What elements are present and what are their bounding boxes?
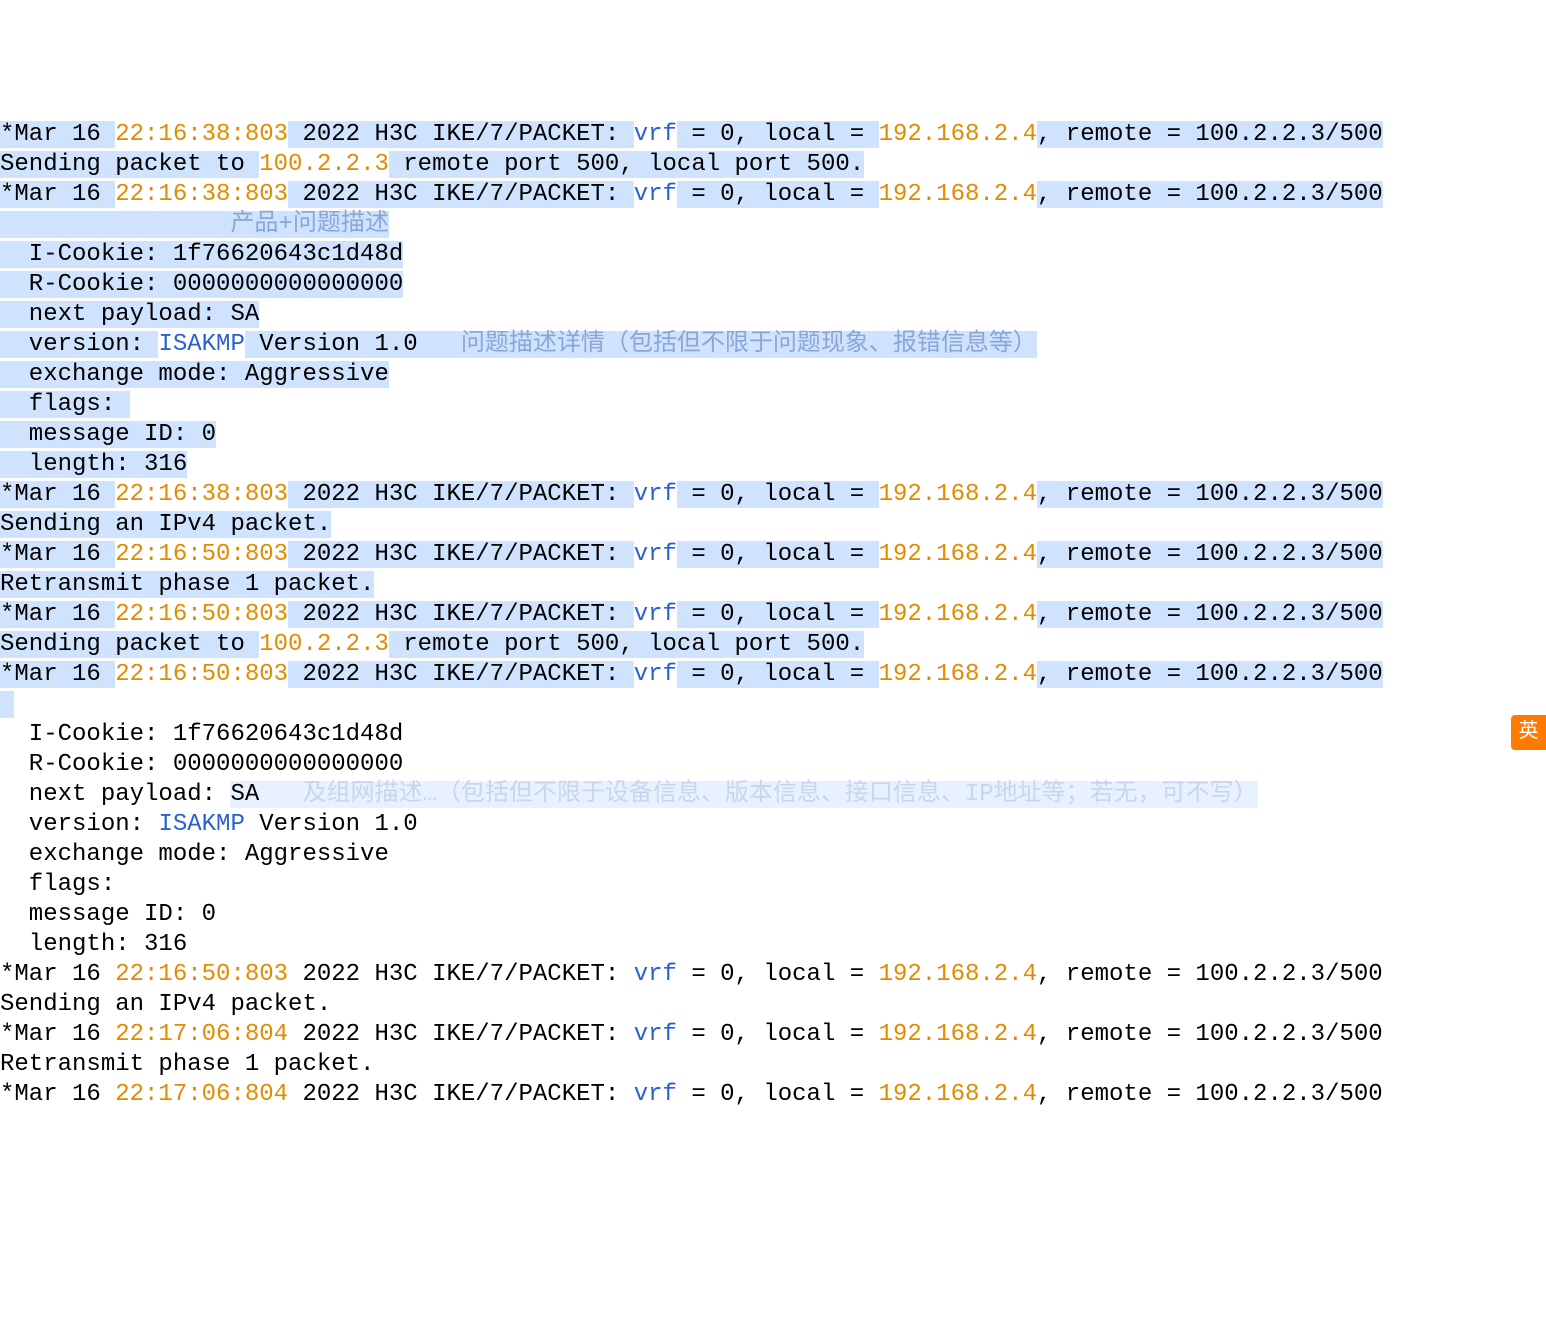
log-line: R-Cookie: 0000000000000000 bbox=[0, 270, 1546, 300]
vrf-keyword: vrf bbox=[634, 481, 677, 508]
log-line: *Mar 16 22:16:50:803 2022 H3C IKE/7/PACK… bbox=[0, 540, 1546, 570]
log-line: exchange mode: Aggressive bbox=[0, 840, 1546, 870]
local-ip: 192.168.2.4 bbox=[879, 481, 1037, 508]
vrf-keyword: vrf bbox=[634, 181, 677, 208]
log-line: *Mar 16 22:17:06:804 2022 H3C IKE/7/PACK… bbox=[0, 1080, 1546, 1110]
local-ip: 192.168.2.4 bbox=[879, 181, 1037, 208]
local-ip: 192.168.2.4 bbox=[879, 661, 1037, 688]
local-ip: 192.168.2.4 bbox=[879, 1021, 1037, 1048]
log-line: message ID: 0 bbox=[0, 900, 1546, 930]
log-line: Sending an IPv4 packet. bbox=[0, 990, 1546, 1020]
timestamp: 22:16:50:803 bbox=[115, 541, 288, 568]
timestamp: 22:16:38:803 bbox=[115, 481, 288, 508]
isakmp-keyword: ISAKMP bbox=[158, 331, 244, 358]
remote-ip: 100.2.2.3 bbox=[259, 631, 389, 658]
vrf-keyword: vrf bbox=[634, 961, 677, 988]
ghost-title-hint: 产品+问题描述 bbox=[230, 211, 388, 238]
log-line: length: 316 bbox=[0, 450, 1546, 480]
vrf-keyword: vrf bbox=[634, 1081, 677, 1108]
isakmp-keyword: ISAKMP bbox=[158, 811, 244, 838]
log-line: Sending packet to 100.2.2.3 remote port … bbox=[0, 630, 1546, 660]
log-line: message ID: 0 bbox=[0, 420, 1546, 450]
timestamp: 22:17:06:804 bbox=[115, 1081, 288, 1108]
log-line: Sending packet to 100.2.2.3 remote port … bbox=[0, 150, 1546, 180]
log-line: next payload: SA 及组网描述…（包括但不限于设备信息、版本信息、… bbox=[0, 780, 1546, 810]
log-line bbox=[0, 690, 1546, 720]
sa-selected: SA bbox=[230, 781, 259, 808]
log-line: version: ISAKMP Version 1.0 bbox=[0, 810, 1546, 840]
vrf-keyword: vrf bbox=[634, 1021, 677, 1048]
terminal-log: *Mar 16 22:16:38:803 2022 H3C IKE/7/PACK… bbox=[0, 120, 1546, 1110]
local-ip: 192.168.2.4 bbox=[879, 601, 1037, 628]
log-line: *Mar 16 22:16:38:803 2022 H3C IKE/7/PACK… bbox=[0, 120, 1546, 150]
log-line: exchange mode: Aggressive bbox=[0, 360, 1546, 390]
timestamp: 22:17:06:804 bbox=[115, 1021, 288, 1048]
log-line: *Mar 16 22:16:38:803 2022 H3C IKE/7/PACK… bbox=[0, 180, 1546, 210]
vrf-keyword: vrf bbox=[634, 541, 677, 568]
log-line: Retransmit phase 1 packet. bbox=[0, 1050, 1546, 1080]
timestamp: 22:16:50:803 bbox=[115, 661, 288, 688]
local-ip: 192.168.2.4 bbox=[879, 121, 1037, 148]
ghost-body-hint: 问题描述详情（包括但不限于问题现象、报错信息等） bbox=[418, 331, 1037, 358]
log-line: *Mar 16 22:16:50:803 2022 H3C IKE/7/PACK… bbox=[0, 660, 1546, 690]
local-ip: 192.168.2.4 bbox=[879, 1081, 1037, 1108]
log-line: I-Cookie: 1f76620643c1d48d bbox=[0, 720, 1546, 750]
log-line: *Mar 16 22:16:38:803 2022 H3C IKE/7/PACK… bbox=[0, 480, 1546, 510]
log-line: version: ISAKMP Version 1.0 问题描述详情（包括但不限… bbox=[0, 330, 1546, 360]
local-ip: 192.168.2.4 bbox=[879, 961, 1037, 988]
local-ip: 192.168.2.4 bbox=[879, 541, 1037, 568]
vrf-keyword: vrf bbox=[634, 661, 677, 688]
vrf-keyword: vrf bbox=[634, 601, 677, 628]
timestamp: 22:16:50:803 bbox=[115, 961, 288, 988]
log-line: R-Cookie: 0000000000000000 bbox=[0, 750, 1546, 780]
log-line: *Mar 16 22:16:50:803 2022 H3C IKE/7/PACK… bbox=[0, 600, 1546, 630]
remote-ip: 100.2.2.3 bbox=[259, 151, 389, 178]
log-line: flags: bbox=[0, 870, 1546, 900]
timestamp: 22:16:38:803 bbox=[115, 121, 288, 148]
log-line: I-Cookie: 1f76620643c1d48d bbox=[0, 240, 1546, 270]
log-line: length: 316 bbox=[0, 930, 1546, 960]
log-line: Sending an IPv4 packet. bbox=[0, 510, 1546, 540]
log-line: flags: bbox=[0, 390, 1546, 420]
log-line: *Mar 16 22:17:06:804 2022 H3C IKE/7/PACK… bbox=[0, 1020, 1546, 1050]
log-line: Retransmit phase 1 packet. bbox=[0, 570, 1546, 600]
ime-widget[interactable]: 英 bbox=[1511, 715, 1546, 750]
vrf-keyword: vrf bbox=[634, 121, 677, 148]
ime-label: 英 bbox=[1519, 720, 1539, 745]
timestamp: 22:16:38:803 bbox=[115, 181, 288, 208]
log-line: 产品+问题描述 bbox=[0, 210, 1546, 240]
timestamp: 22:16:50:803 bbox=[115, 601, 288, 628]
ghost-env-hint: 及组网描述…（包括但不限于设备信息、版本信息、接口信息、IP地址等；若无，可不写… bbox=[259, 781, 1257, 808]
log-line: *Mar 16 22:16:50:803 2022 H3C IKE/7/PACK… bbox=[0, 960, 1546, 990]
log-line: next payload: SA bbox=[0, 300, 1546, 330]
